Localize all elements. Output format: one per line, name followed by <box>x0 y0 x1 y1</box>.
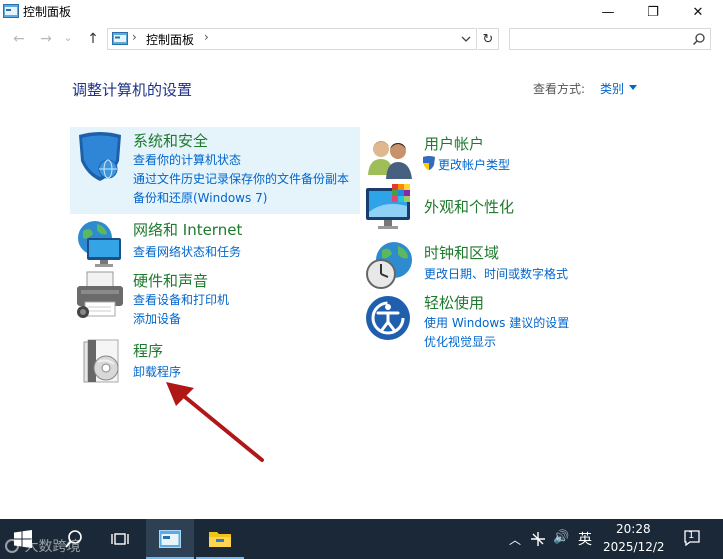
chevron-down-icon: ⌄ <box>63 30 73 44</box>
control-panel-icon <box>112 32 128 45</box>
category-title-clock-region[interactable]: 时钟和区域 <box>424 242 499 263</box>
show-hidden-icons-button[interactable]: ︿ <box>509 531 521 548</box>
link-change-account-type[interactable]: 更改帐户类型 <box>438 156 510 173</box>
clock-time[interactable]: 20:28 <box>616 522 651 536</box>
link-view-computer-status[interactable]: 查看你的计算机状态 <box>133 151 241 168</box>
view-by-dropdown[interactable]: 类别 <box>600 80 624 97</box>
link-add-device[interactable]: 添加设备 <box>133 310 181 327</box>
up-button[interactable]: ↑ <box>84 30 102 48</box>
programs-disc-icon[interactable] <box>76 336 130 390</box>
category-title-user-accounts[interactable]: 用户帐户 <box>424 133 484 154</box>
taskbar-control-panel[interactable] <box>146 519 194 559</box>
category-title-appearance-personalization[interactable]: 外观和个性化 <box>424 196 514 217</box>
control-panel-icon <box>159 530 181 548</box>
task-view-icon <box>111 533 129 545</box>
category-title-system-security[interactable]: 系统和安全 <box>133 130 208 151</box>
network-status-icon[interactable] <box>529 530 547 548</box>
volume-button[interactable]: 🔊 <box>553 530 569 545</box>
close-button[interactable]: ✕ <box>675 0 721 24</box>
link-backup-restore[interactable]: 备份和还原(Windows 7) <box>133 189 267 206</box>
search-icon <box>692 33 705 46</box>
address-bar[interactable]: › 控制面板 › <box>107 28 477 50</box>
link-view-devices-printers[interactable]: 查看设备和打印机 <box>133 291 229 308</box>
link-view-network-status[interactable]: 查看网络状态和任务 <box>133 243 241 260</box>
page-title: 调整计算机的设置 <box>72 81 193 99</box>
category-title-network-internet[interactable]: 网络和 Internet <box>133 219 242 240</box>
notification-center-button[interactable]: 1 <box>683 529 701 547</box>
breadcrumb-chevron-icon[interactable]: › <box>204 30 209 44</box>
taskbar-file-explorer[interactable] <box>196 519 244 559</box>
clock-globe-icon[interactable] <box>364 238 418 292</box>
task-view-button[interactable] <box>100 519 140 559</box>
search-input[interactable] <box>509 28 711 50</box>
control-panel-icon <box>3 4 19 18</box>
category-title-hardware-sound[interactable]: 硬件和声音 <box>133 270 208 291</box>
link-recommended-settings[interactable]: 使用 Windows 建议的设置 <box>424 314 569 331</box>
category-title-ease-of-access[interactable]: 轻松使用 <box>424 292 484 313</box>
uac-shield-icon <box>423 156 435 170</box>
chevron-up-icon: ︿ <box>509 533 522 547</box>
taskbar: ︿ 🔊 英 20:28 2025/12/2 1 <box>0 519 723 559</box>
printer-icon[interactable] <box>73 268 127 322</box>
title-bar: 控制面板 — ❐ ✕ <box>0 0 723 24</box>
clock-date[interactable]: 2025/12/2 <box>603 540 665 554</box>
link-file-history[interactable]: 通过文件历史记录保存你的文件备份副本 <box>133 170 349 187</box>
annotation-arrow-icon <box>166 382 264 462</box>
restore-icon: ❐ <box>647 4 659 20</box>
refresh-button[interactable]: ↻ <box>478 28 499 50</box>
recent-locations-button[interactable]: ⌄ <box>62 28 74 46</box>
watermark-logo-icon <box>5 539 19 553</box>
forward-button[interactable]: → <box>37 30 55 48</box>
notification-count: 1 <box>688 530 695 541</box>
monitor-palette-icon[interactable] <box>364 182 418 236</box>
chevron-down-icon[interactable] <box>459 32 473 46</box>
ease-of-access-icon[interactable] <box>364 293 418 347</box>
up-arrow-icon: ↑ <box>87 31 99 47</box>
back-button[interactable]: ← <box>10 30 28 48</box>
breadcrumb[interactable]: 控制面板 <box>146 31 194 48</box>
link-optimize-visual-display[interactable]: 优化视觉显示 <box>424 333 496 350</box>
minimize-button[interactable]: — <box>585 0 631 24</box>
back-arrow-icon: ← <box>13 31 25 47</box>
view-by-label: 查看方式: <box>533 82 586 96</box>
category-title-programs[interactable]: 程序 <box>133 340 163 361</box>
minimize-icon: — <box>601 4 615 20</box>
folder-icon <box>209 532 231 547</box>
refresh-icon: ↻ <box>482 31 494 47</box>
close-icon: ✕ <box>692 4 704 20</box>
watermark: 大数跨境 <box>4 536 80 556</box>
link-change-date-time-format[interactable]: 更改日期、时间或数字格式 <box>424 265 568 282</box>
forward-arrow-icon: → <box>40 31 52 47</box>
chevron-down-icon[interactable] <box>629 85 637 90</box>
input-method-indicator[interactable]: 英 <box>578 529 592 549</box>
network-globe-icon[interactable] <box>73 216 127 270</box>
breadcrumb-chevron-icon[interactable]: › <box>132 30 137 44</box>
window-title: 控制面板 <box>23 5 72 19</box>
maximize-button[interactable]: ❐ <box>630 0 676 24</box>
users-icon[interactable] <box>364 131 418 185</box>
watermark-text: 大数跨境 <box>24 539 81 555</box>
volume-icon: 🔊 <box>553 530 570 545</box>
shield-icon[interactable] <box>73 129 127 183</box>
